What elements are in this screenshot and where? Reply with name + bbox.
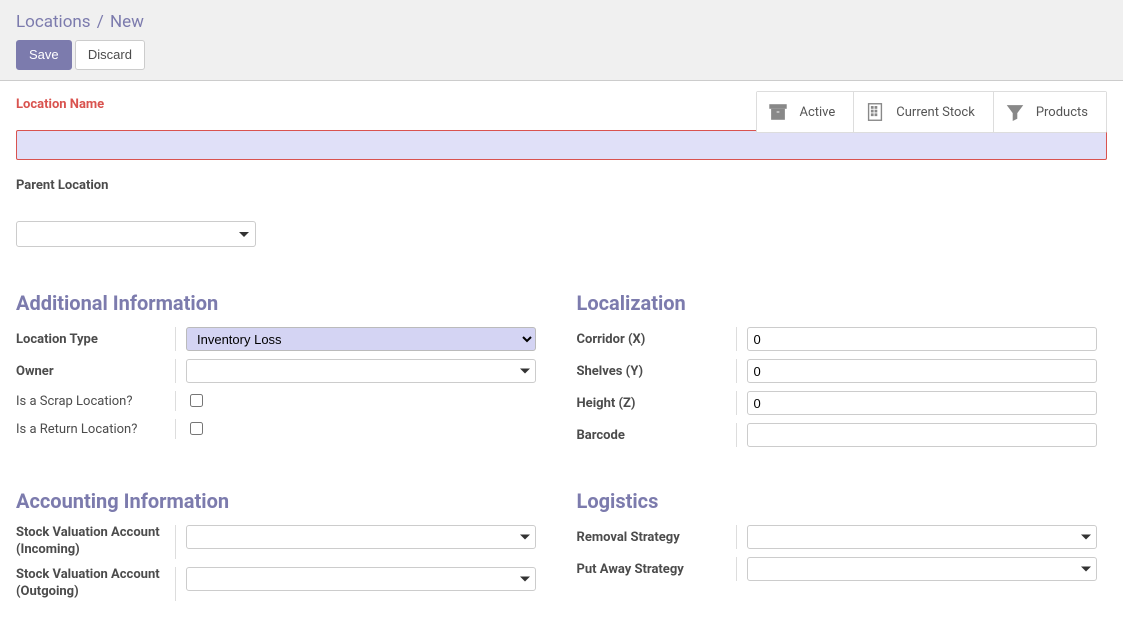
scrap-checkbox[interactable] <box>190 394 203 407</box>
location-type-label: Location Type <box>16 327 176 351</box>
breadcrumb-root[interactable]: Locations <box>16 12 91 32</box>
form-content: Active Current Stock Products Location N… <box>0 81 1123 629</box>
location-name-label: Location Name <box>16 97 104 112</box>
removal-label: Removal Strategy <box>577 525 737 549</box>
outgoing-label: Stock Valuation Account (Outgoing) <box>16 567 176 601</box>
stat-active-label: Active <box>799 105 835 120</box>
breadcrumb-current: New <box>110 12 144 32</box>
height-label: Height (Z) <box>577 391 737 415</box>
caret-down-icon <box>520 369 530 374</box>
location-type-select[interactable]: Inventory Loss <box>186 327 536 351</box>
breadcrumb: Locations / New <box>16 12 1107 32</box>
scrap-label: Is a Scrap Location? <box>16 391 176 411</box>
save-button[interactable]: Save <box>16 40 72 70</box>
putaway-select[interactable] <box>747 557 1097 581</box>
top-bar: Locations / New Save Discard <box>0 0 1123 81</box>
removal-select[interactable] <box>747 525 1097 549</box>
stat-products-button[interactable]: Products <box>994 92 1106 132</box>
stat-current-stock-label: Current Stock <box>896 105 975 120</box>
outgoing-select[interactable] <box>186 567 536 591</box>
barcode-label: Barcode <box>577 423 737 447</box>
building-icon <box>864 101 886 123</box>
stat-active-button[interactable]: Active <box>757 92 854 132</box>
discard-button[interactable]: Discard <box>75 40 145 70</box>
parent-location-select[interactable] <box>16 221 256 247</box>
additional-info-title: Additional Information <box>16 291 547 315</box>
caret-down-icon <box>520 576 530 581</box>
shelves-input[interactable] <box>747 359 1097 383</box>
localization-section: Localization Corridor (X) Shelves (Y) He… <box>577 291 1108 455</box>
return-label: Is a Return Location? <box>16 419 176 439</box>
location-name-input[interactable] <box>16 130 1107 160</box>
filter-icon <box>1004 101 1026 123</box>
height-input[interactable] <box>747 391 1097 415</box>
barcode-input[interactable] <box>747 423 1097 447</box>
stat-products-label: Products <box>1036 105 1088 120</box>
corridor-label: Corridor (X) <box>577 327 737 351</box>
caret-down-icon <box>239 232 249 237</box>
owner-select[interactable] <box>186 359 536 383</box>
breadcrumb-sep: / <box>97 12 104 32</box>
caret-down-icon <box>1081 567 1091 572</box>
logistics-section: Logistics Removal Strategy Put Away Stra… <box>577 489 1108 609</box>
corridor-input[interactable] <box>747 327 1097 351</box>
parent-location-label: Parent Location <box>16 178 1107 193</box>
incoming-select[interactable] <box>186 525 536 549</box>
stat-current-stock-button[interactable]: Current Stock <box>854 92 994 132</box>
caret-down-icon <box>520 535 530 540</box>
return-checkbox[interactable] <box>190 422 203 435</box>
stat-bar: Active Current Stock Products <box>756 91 1107 133</box>
incoming-label: Stock Valuation Account (Incoming) <box>16 525 176 559</box>
accounting-section: Accounting Information Stock Valuation A… <box>16 489 547 609</box>
logistics-title: Logistics <box>577 489 1108 513</box>
archive-icon <box>767 101 789 123</box>
owner-label: Owner <box>16 359 176 383</box>
shelves-label: Shelves (Y) <box>577 359 737 383</box>
accounting-title: Accounting Information <box>16 489 547 513</box>
additional-info-section: Additional Information Location Type Inv… <box>16 291 547 455</box>
putaway-label: Put Away Strategy <box>577 557 737 581</box>
caret-down-icon <box>1081 535 1091 540</box>
localization-title: Localization <box>577 291 1108 315</box>
